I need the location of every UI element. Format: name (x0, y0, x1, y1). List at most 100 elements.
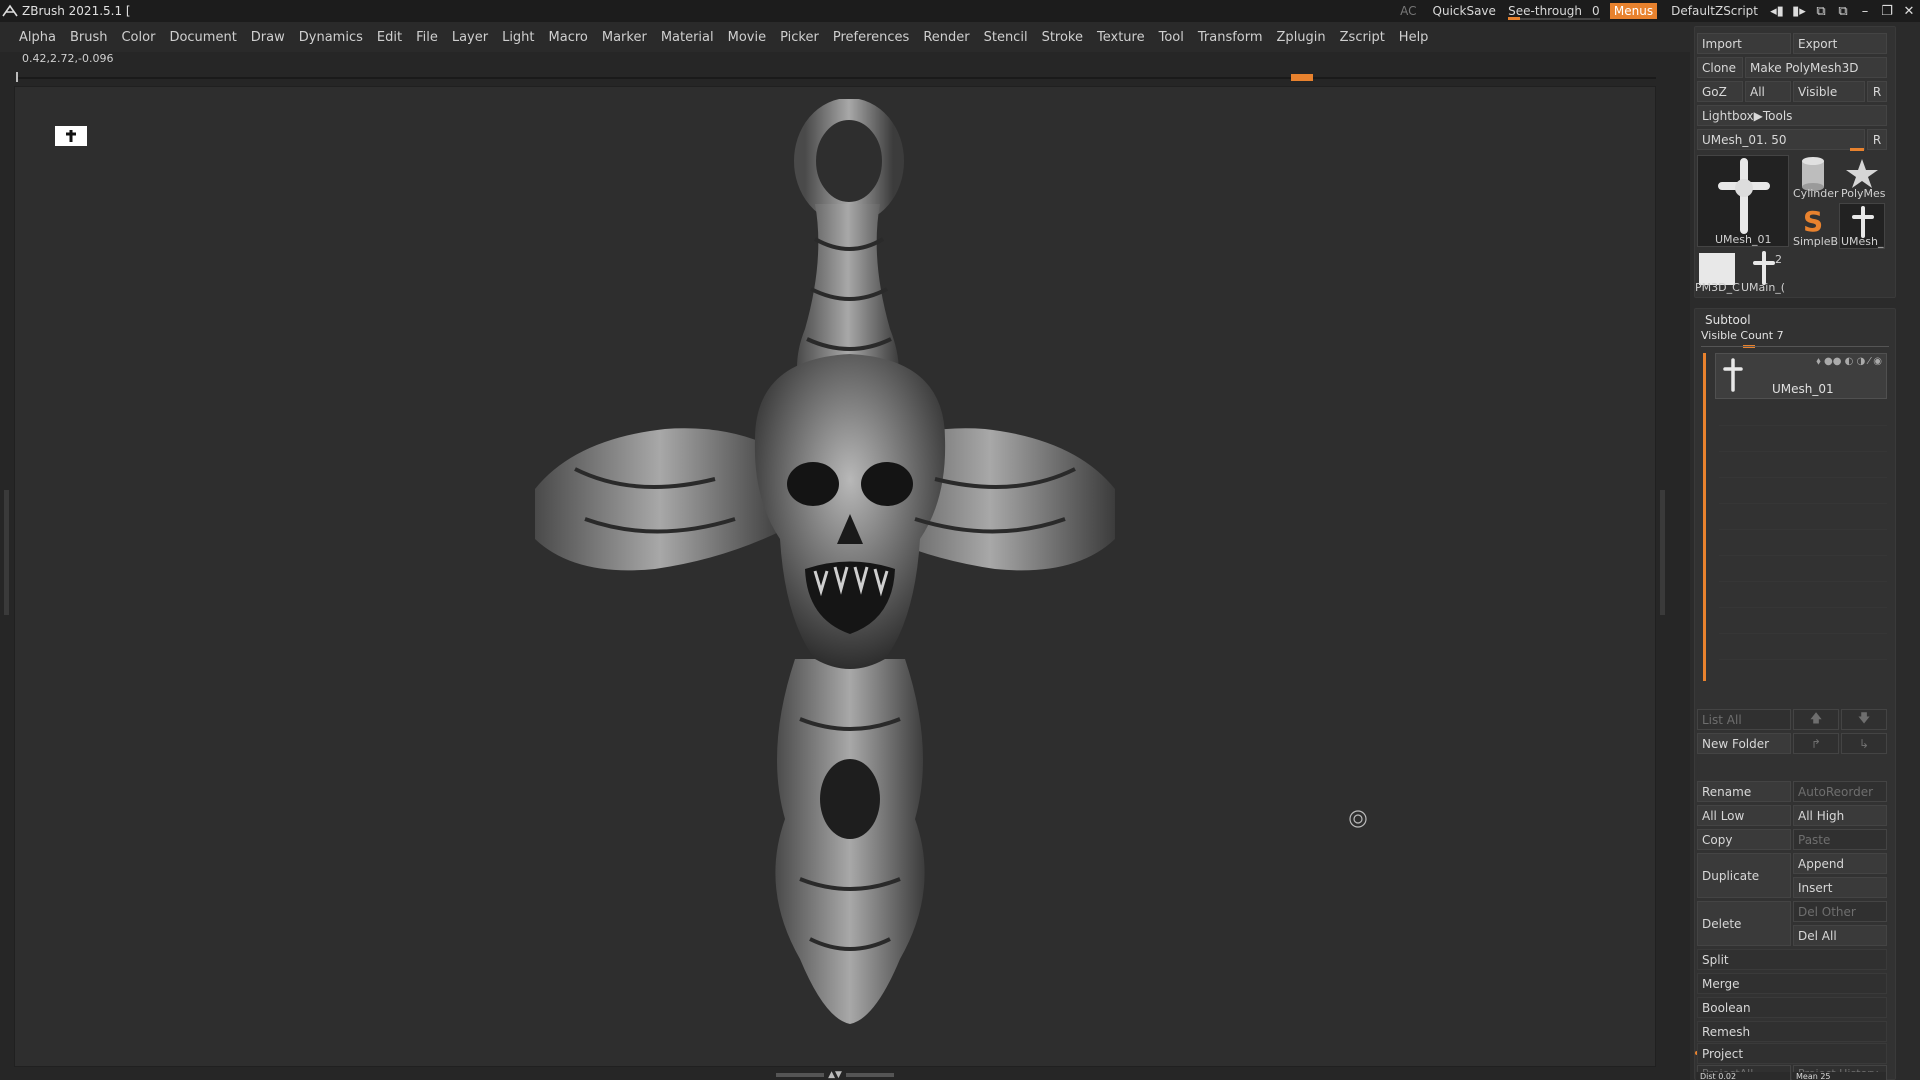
goz-visible-button[interactable]: Visible (1793, 81, 1865, 102)
append-button[interactable]: Append (1793, 853, 1887, 874)
menu-preferences[interactable]: Preferences (826, 30, 916, 45)
menu-zplugin[interactable]: Zplugin (1270, 30, 1333, 45)
menu-macro[interactable]: Macro (542, 30, 595, 45)
del-other-button[interactable]: Del Other (1793, 901, 1887, 922)
canvas-cross-icon[interactable] (55, 126, 87, 146)
dock-right-icon[interactable]: ⧉ (1832, 0, 1854, 22)
subtool-row-icons[interactable]: ⬧ ●● ◐ ◑ ⁄ ◉ (1816, 356, 1882, 367)
move-down-icon[interactable]: 🡇 (1841, 709, 1887, 730)
menu-brush[interactable]: Brush (63, 30, 115, 45)
clone-button[interactable]: Clone (1697, 57, 1743, 78)
menu-light[interactable]: Light (495, 30, 541, 45)
remesh-section[interactable]: Remesh (1697, 1021, 1887, 1042)
ac-button[interactable]: AC (1392, 4, 1424, 18)
subtool-row-empty (1719, 529, 1887, 530)
move-up-icon[interactable]: 🡅 (1793, 709, 1839, 730)
merge-section[interactable]: Merge (1697, 973, 1887, 994)
menu-marker[interactable]: Marker (595, 30, 654, 45)
bottom-tray-handle[interactable]: ▲▼ (770, 1070, 900, 1080)
menu-draw[interactable]: Draw (244, 30, 292, 45)
mean-slider[interactable]: Mean 25 (1792, 1072, 1886, 1080)
current-tool-slider[interactable]: UMesh_01. 50 (1697, 129, 1865, 150)
duplicate-button[interactable]: Duplicate (1697, 853, 1791, 898)
menus-toggle-button[interactable]: Menus (1609, 3, 1658, 19)
timeline-marker[interactable] (1291, 74, 1313, 81)
dock-left-icon[interactable]: ⧉ (1810, 0, 1832, 22)
menu-texture[interactable]: Texture (1090, 30, 1152, 45)
left-tray-handle[interactable] (4, 490, 9, 615)
right-tray-handle[interactable] (1660, 490, 1665, 615)
layout-left-icon[interactable]: ◂▮ (1766, 0, 1788, 22)
right-tray: Import Export Clone Make PolyMesh3D GoZ … (1690, 22, 1920, 1080)
menu-layer[interactable]: Layer (445, 30, 495, 45)
folder-move-up-icon[interactable]: ↱ (1793, 733, 1839, 754)
minimize-icon[interactable]: – (1854, 0, 1876, 22)
list-all-button[interactable]: List All (1697, 709, 1791, 730)
svg-text:S: S (1803, 205, 1823, 237)
project-section[interactable]: Project (1697, 1043, 1887, 1064)
layout-right-icon[interactable]: ▮▸ (1788, 0, 1810, 22)
close-icon[interactable]: ✕ (1898, 0, 1920, 22)
menu-dynamics[interactable]: Dynamics (292, 30, 370, 45)
tool-caption-umesh: UMesh_ (1841, 235, 1884, 248)
insert-button[interactable]: Insert (1793, 877, 1887, 898)
bottom-handle-bar-right (845, 1073, 894, 1077)
split-section[interactable]: Split (1697, 949, 1887, 970)
delete-button[interactable]: Delete (1697, 901, 1791, 946)
lightbox-tools-button[interactable]: Lightbox▶Tools (1697, 105, 1887, 126)
all-high-button[interactable]: All High (1793, 805, 1887, 826)
menu-picker[interactable]: Picker (773, 30, 826, 45)
maximize-icon[interactable]: ❐ (1876, 0, 1898, 22)
menu-stroke[interactable]: Stroke (1035, 30, 1090, 45)
import-button[interactable]: Import (1697, 33, 1791, 54)
menu-alpha[interactable]: Alpha (12, 30, 63, 45)
skull-cross-model-icon (535, 99, 1115, 1024)
menu-help[interactable]: Help (1392, 30, 1436, 45)
see-through-slider[interactable]: See-through 0 (1504, 2, 1604, 20)
make-polymesh3d-button[interactable]: Make PolyMesh3D (1745, 57, 1887, 78)
goz-all-button[interactable]: All (1745, 81, 1791, 102)
timeline-start-tick (16, 72, 18, 82)
folder-move-down-icon[interactable]: ↳ (1841, 733, 1887, 754)
current-tool-r-button[interactable]: R (1867, 129, 1887, 150)
goz-r-button[interactable]: R (1867, 81, 1887, 102)
menu-color[interactable]: Color (114, 30, 162, 45)
brush-cursor-icon (1349, 810, 1367, 828)
subtool-row-empty (1719, 659, 1887, 660)
timeline-track[interactable] (16, 72, 1656, 84)
boolean-section[interactable]: Boolean (1697, 997, 1887, 1018)
del-all-button[interactable]: Del All (1793, 925, 1887, 946)
subtool-row-empty (1719, 425, 1887, 426)
menu-render[interactable]: Render (916, 30, 976, 45)
autoreorder-button[interactable]: AutoReorder (1793, 781, 1887, 802)
menu-edit[interactable]: Edit (370, 30, 409, 45)
menu-document[interactable]: Document (162, 30, 243, 45)
menu-zscript[interactable]: Zscript (1333, 30, 1392, 45)
dist-slider[interactable]: Dist 0.02 (1696, 1072, 1790, 1080)
all-low-button[interactable]: All Low (1697, 805, 1791, 826)
copy-button[interactable]: Copy (1697, 829, 1791, 850)
new-folder-button[interactable]: New Folder (1697, 733, 1791, 754)
quicksave-button[interactable]: QuickSave (1425, 4, 1504, 18)
menu-stencil[interactable]: Stencil (977, 30, 1035, 45)
subtool-title[interactable]: Subtool (1705, 313, 1751, 327)
default-zscript-button[interactable]: DefaultZScript (1663, 4, 1766, 18)
tool-caption-polymesh: PolyMes (1841, 187, 1886, 200)
document-canvas[interactable] (14, 86, 1656, 1067)
subtool-list-scrollbar[interactable] (1703, 353, 1706, 681)
menu-tool[interactable]: Tool (1152, 30, 1191, 45)
goz-button[interactable]: GoZ (1697, 81, 1743, 102)
see-through-label: See-through (1508, 4, 1583, 18)
paste-button[interactable]: Paste (1793, 829, 1887, 850)
subtool-row-active[interactable]: ⬧ ●● ◐ ◑ ⁄ ◉ UMesh_01 (1715, 353, 1887, 399)
visible-count-label[interactable]: Visible Count 7 (1701, 329, 1784, 342)
menu-transform[interactable]: Transform (1191, 30, 1270, 45)
window-title: ZBrush 2021.5.1 [ (22, 4, 131, 18)
subtool-thumb-cross-icon (1723, 358, 1743, 392)
menu-movie[interactable]: Movie (721, 30, 773, 45)
export-button[interactable]: Export (1793, 33, 1887, 54)
cylinder-icon (1802, 157, 1824, 191)
rename-button[interactable]: Rename (1697, 781, 1791, 802)
menu-material[interactable]: Material (654, 30, 721, 45)
menu-file[interactable]: File (409, 30, 445, 45)
